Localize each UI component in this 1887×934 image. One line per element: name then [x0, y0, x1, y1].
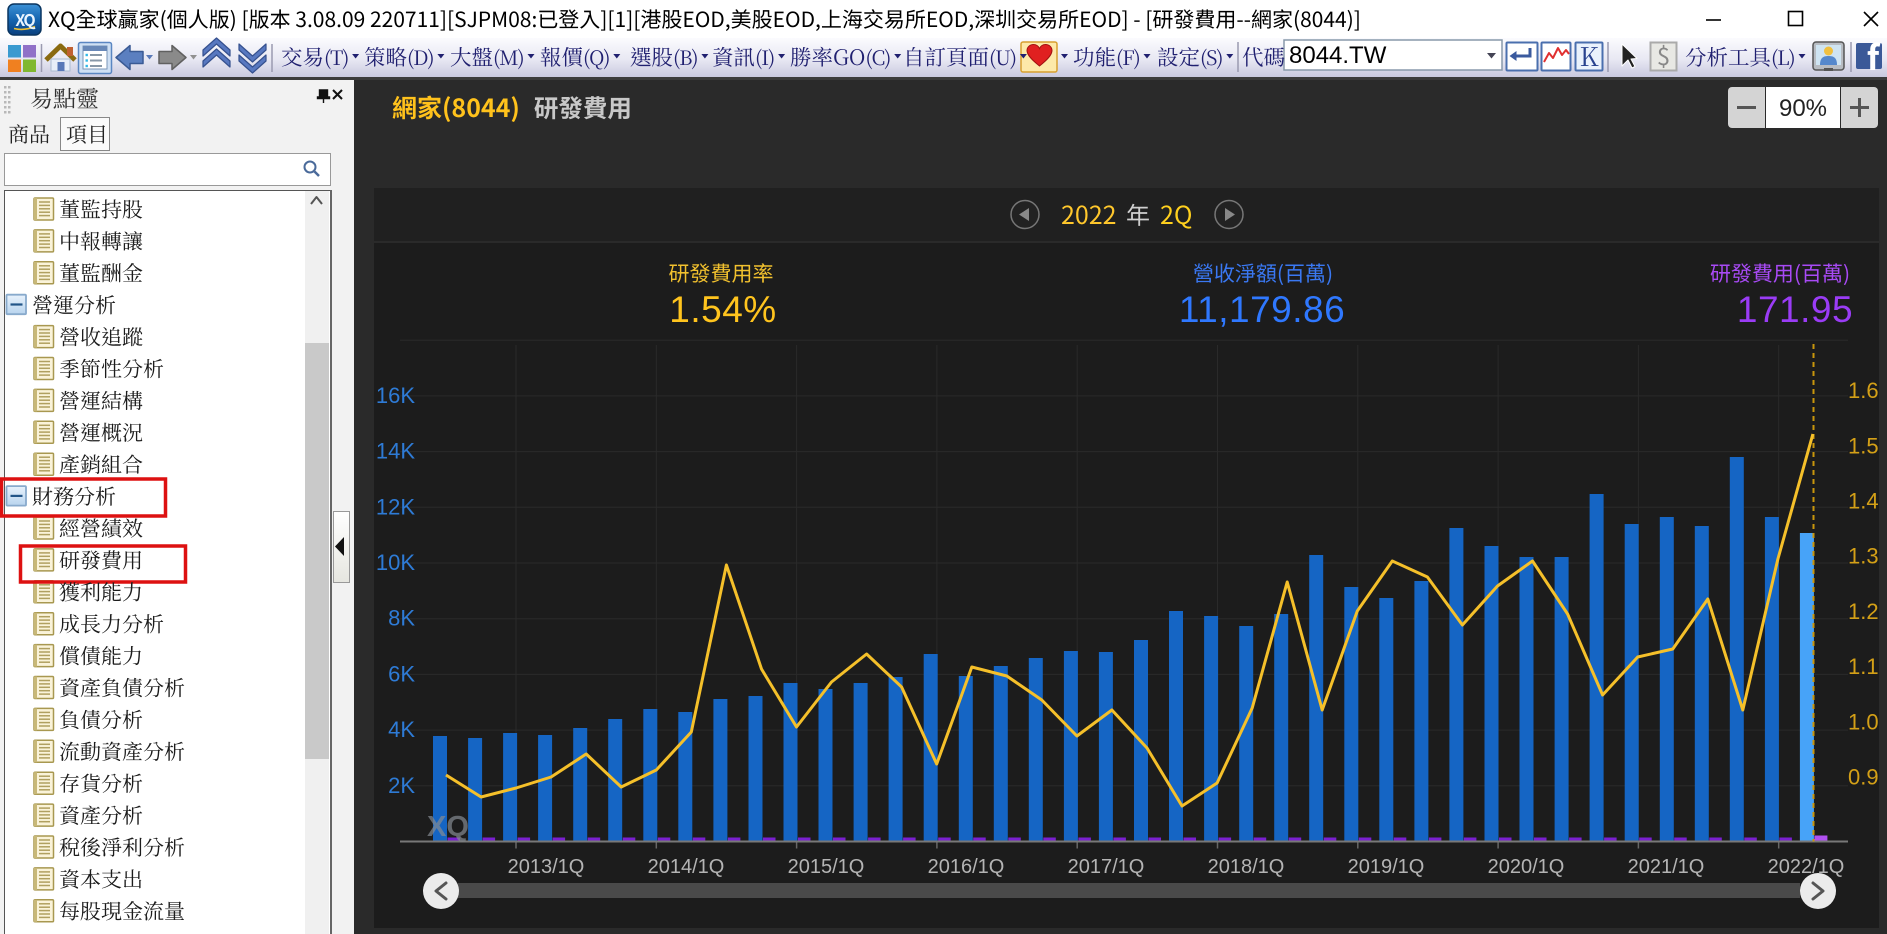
svg-text:12K: 12K: [376, 494, 415, 519]
svg-text:1.0: 1.0: [1848, 709, 1879, 734]
svg-text:8K: 8K: [388, 606, 415, 631]
svg-text:2014/1Q: 2014/1Q: [648, 856, 725, 878]
svg-text:2022/1Q: 2022/1Q: [1768, 856, 1845, 878]
svg-text:1.6: 1.6: [1848, 378, 1879, 403]
svg-text:1.2: 1.2: [1848, 599, 1879, 624]
svg-text:14K: 14K: [376, 439, 415, 464]
svg-text:8044.TW: 8044.TW: [1289, 42, 1387, 69]
svg-text:90%: 90%: [1779, 95, 1827, 122]
svg-text:0.9: 0.9: [1848, 765, 1879, 790]
svg-text:2015/1Q: 2015/1Q: [788, 856, 865, 878]
svg-text:1.54%: 1.54%: [669, 289, 776, 330]
svg-text:1.5: 1.5: [1848, 433, 1879, 458]
svg-text:2016/1Q: 2016/1Q: [928, 856, 1005, 878]
svg-text:2021/1Q: 2021/1Q: [1628, 856, 1705, 878]
svg-text:2020/1Q: 2020/1Q: [1488, 856, 1565, 878]
svg-text:171.95: 171.95: [1737, 289, 1853, 330]
svg-text:1.4: 1.4: [1848, 489, 1879, 514]
svg-text:2013/1Q: 2013/1Q: [508, 856, 585, 878]
svg-text:16K: 16K: [376, 383, 415, 408]
svg-text:1.3: 1.3: [1848, 544, 1879, 569]
svg-text:11,179.86: 11,179.86: [1179, 289, 1345, 330]
svg-text:XQ: XQ: [427, 811, 469, 843]
svg-text:2018/1Q: 2018/1Q: [1208, 856, 1285, 878]
svg-text:2017/1Q: 2017/1Q: [1068, 856, 1145, 878]
svg-text:1.1: 1.1: [1848, 654, 1879, 679]
svg-text:2019/1Q: 2019/1Q: [1348, 856, 1425, 878]
svg-text:2K: 2K: [388, 773, 415, 798]
svg-text:4K: 4K: [388, 717, 415, 742]
svg-text:10K: 10K: [376, 550, 415, 575]
svg-text:6K: 6K: [388, 661, 415, 686]
